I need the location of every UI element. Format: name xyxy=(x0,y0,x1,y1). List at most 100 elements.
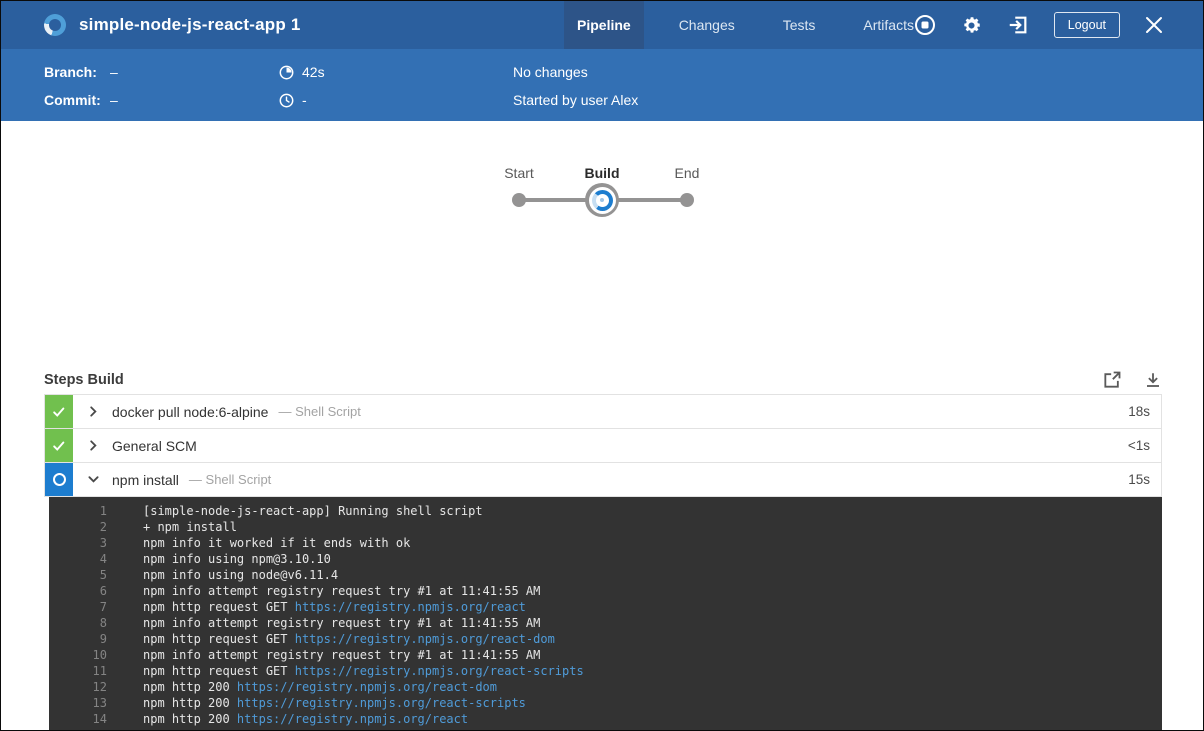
running-circle-icon xyxy=(53,473,66,486)
graph-label-build: Build xyxy=(585,165,620,181)
tab-changes[interactable]: Changes xyxy=(666,1,748,49)
blue-ocean-logo-icon xyxy=(44,14,66,36)
log-line-number: 2 xyxy=(49,519,107,535)
log-line-number: 11 xyxy=(49,663,107,679)
branch-label: Branch: xyxy=(44,64,106,80)
log-line: 14 npm http 200 https://registry.npmjs.o… xyxy=(49,711,1162,727)
log-line-text: npm http 200 https://registry.npmjs.org/… xyxy=(143,711,468,727)
step-row[interactable]: General SCM <1s xyxy=(45,429,1161,463)
close-icon[interactable] xyxy=(1145,16,1163,34)
graph-label-start: Start xyxy=(504,165,534,181)
log-line: 11 npm http request GET https://registry… xyxy=(49,663,1162,679)
log-line: 6 npm info attempt registry request try … xyxy=(49,583,1162,599)
brand: simple-node-js-react-app 1 xyxy=(1,14,301,36)
step-duration: 18s xyxy=(1128,404,1150,419)
stop-build-icon[interactable] xyxy=(914,14,936,36)
run-header: Branch: – Commit: – 42s - N xyxy=(1,49,1203,121)
step-duration: <1s xyxy=(1128,438,1150,453)
commit-value: – xyxy=(110,92,118,108)
log-line: 13 npm http 200 https://registry.npmjs.o… xyxy=(49,695,1162,711)
log-line: 1 [simple-node-js-react-app] Running she… xyxy=(49,503,1162,519)
log-line-text: npm http 200 https://registry.npmjs.org/… xyxy=(143,695,526,711)
top-bar: simple-node-js-react-app 1 Pipeline Chan… xyxy=(1,1,1203,49)
log-line-number: 1 xyxy=(49,503,107,519)
log-line-number: 14 xyxy=(49,711,107,727)
branch-value: – xyxy=(110,64,118,80)
step-row[interactable]: npm install — Shell Script 15s xyxy=(45,463,1161,497)
header-actions: Logout xyxy=(914,1,1163,49)
log-line: 3 npm info it worked if it ends with ok xyxy=(49,535,1162,551)
log-line: 7 npm http request GET https://registry.… xyxy=(49,599,1162,615)
steps-title: Steps Build xyxy=(44,372,124,388)
step-duration: 15s xyxy=(1128,472,1150,487)
log-line-text: npm info attempt registry request try #1… xyxy=(143,647,540,663)
log-line-number: 5 xyxy=(49,567,107,583)
log-line: 4 npm info using npm@3.10.10 xyxy=(49,551,1162,567)
check-icon xyxy=(52,405,66,419)
log-line-link[interactable]: https://registry.npmjs.org/react-dom xyxy=(237,680,497,694)
log-line: 8 npm info attempt registry request try … xyxy=(49,615,1162,631)
chevron-icon[interactable] xyxy=(88,406,99,417)
check-icon xyxy=(52,439,66,453)
step-type: — Shell Script xyxy=(278,404,360,419)
log-line: 10 npm info attempt registry request try… xyxy=(49,647,1162,663)
log-line-text: npm info attempt registry request try #1… xyxy=(143,615,540,631)
step-status-badge xyxy=(45,429,73,462)
clock-icon xyxy=(279,93,294,108)
chevron-icon[interactable] xyxy=(88,474,99,485)
log-line-text: npm info using node@v6.11.4 xyxy=(143,567,338,583)
log-line-number: 8 xyxy=(49,615,107,631)
step-name: General SCM xyxy=(112,438,197,454)
log-line-text: npm http request GET https://registry.np… xyxy=(143,631,555,647)
log-line-link[interactable]: https://registry.npmjs.org/react xyxy=(295,600,526,614)
log-line-number: 4 xyxy=(49,551,107,567)
step-status-badge xyxy=(45,395,73,428)
tab-tests[interactable]: Tests xyxy=(770,1,829,49)
step-status-badge xyxy=(45,463,73,496)
log-line-number: 6 xyxy=(49,583,107,599)
log-line-text: npm http request GET https://registry.np… xyxy=(143,663,584,679)
log-line: 2 + npm install xyxy=(49,519,1162,535)
log-line-link[interactable]: https://registry.npmjs.org/react-scripts xyxy=(237,696,526,710)
times-column: 42s - xyxy=(279,58,325,114)
log-line-number: 7 xyxy=(49,599,107,615)
log-line-number: 10 xyxy=(49,647,107,663)
log-line-text: npm info using npm@3.10.10 xyxy=(143,551,331,567)
timer-icon xyxy=(279,65,294,80)
steps-header: Steps Build xyxy=(44,366,1162,394)
log-line-link[interactable]: https://registry.npmjs.org/react-dom xyxy=(295,632,555,646)
log-line-link[interactable]: https://registry.npmjs.org/react xyxy=(237,712,468,726)
log-line-text: npm http request GET https://registry.np… xyxy=(143,599,526,615)
changes-text: No changes xyxy=(513,64,588,80)
chevron-icon[interactable] xyxy=(88,440,99,451)
started-by-text: Started by user Alex xyxy=(513,92,638,108)
graph-node-build-running[interactable] xyxy=(585,183,619,217)
gear-icon[interactable] xyxy=(961,15,982,36)
log-line-text: [simple-node-js-react-app] Running shell… xyxy=(143,503,483,519)
log-line-number: 3 xyxy=(49,535,107,551)
log-line-number: 12 xyxy=(49,679,107,695)
download-icon[interactable] xyxy=(1144,371,1162,389)
graph-node-start[interactable] xyxy=(512,193,526,207)
pipeline-graph: Start Build End xyxy=(509,161,699,221)
open-external-icon[interactable] xyxy=(1102,370,1122,390)
log-line: 5 npm info using node@v6.11.4 xyxy=(49,567,1162,583)
end-time-value: - xyxy=(302,92,307,108)
console-log: 1 [simple-node-js-react-app] Running she… xyxy=(49,497,1162,731)
log-line-number: 9 xyxy=(49,631,107,647)
log-line-link[interactable]: https://registry.npmjs.org/react-scripts xyxy=(295,664,584,678)
step-name: npm install xyxy=(112,472,179,488)
log-line: 9 npm http request GET https://registry.… xyxy=(49,631,1162,647)
progress-spinner-icon xyxy=(592,190,613,211)
blue-ocean-pipeline-screen: simple-node-js-react-app 1 Pipeline Chan… xyxy=(0,0,1204,731)
tab-pipeline[interactable]: Pipeline xyxy=(564,1,644,49)
graph-label-end: End xyxy=(675,165,700,181)
changes-column: No changes Started by user Alex xyxy=(513,58,638,114)
step-row[interactable]: docker pull node:6-alpine — Shell Script… xyxy=(45,395,1161,429)
exit-to-classic-icon[interactable] xyxy=(1007,14,1029,36)
log-line-number: 13 xyxy=(49,695,107,711)
logout-button[interactable]: Logout xyxy=(1054,12,1120,38)
duration-value: 42s xyxy=(302,64,325,80)
graph-node-end[interactable] xyxy=(680,193,694,207)
header-tabs: Pipeline Changes Tests Artifacts xyxy=(564,1,927,49)
